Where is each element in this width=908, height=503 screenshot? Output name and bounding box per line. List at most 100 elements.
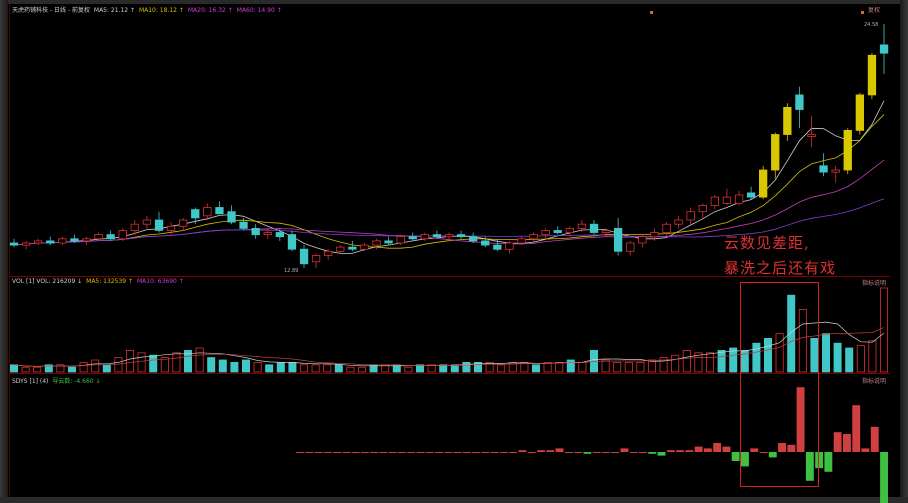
sdys-bar bbox=[370, 452, 379, 453]
sdys-bar bbox=[546, 450, 555, 452]
volume-bar bbox=[532, 364, 541, 373]
candle-body bbox=[46, 240, 55, 244]
sdys-bar bbox=[444, 452, 453, 453]
volume-bar bbox=[648, 359, 657, 373]
candle-body bbox=[493, 244, 502, 250]
candle-body bbox=[287, 234, 297, 250]
candle-body bbox=[541, 230, 550, 236]
volume-bar bbox=[253, 361, 262, 373]
volume-bar bbox=[68, 366, 77, 373]
volume-bar bbox=[323, 364, 332, 373]
price-high-label: 24.58 bbox=[864, 22, 879, 28]
volume-bar bbox=[624, 361, 633, 373]
sdys-bar bbox=[305, 452, 314, 453]
sdys-bar bbox=[657, 452, 666, 456]
candle-body bbox=[166, 225, 176, 231]
sdys-bar bbox=[537, 450, 545, 452]
volume-bar bbox=[439, 364, 448, 373]
volume-bar bbox=[729, 347, 738, 373]
volume-bar bbox=[33, 366, 42, 373]
candle-body bbox=[444, 234, 454, 238]
sdys-bar bbox=[333, 452, 341, 453]
candle-body bbox=[698, 204, 707, 213]
volume-bar bbox=[311, 364, 320, 373]
sdys-bar bbox=[435, 452, 443, 453]
candle-body bbox=[21, 242, 31, 246]
volume-bar bbox=[682, 349, 691, 373]
volume-bar bbox=[404, 366, 413, 373]
volume-bar bbox=[299, 364, 308, 373]
sdys-bar bbox=[676, 450, 684, 452]
volume-bar bbox=[207, 357, 216, 373]
volume-bar bbox=[671, 354, 680, 373]
sdys-bar bbox=[870, 426, 879, 452]
candle-body bbox=[348, 246, 357, 250]
candle-body bbox=[275, 232, 285, 238]
candle-body bbox=[154, 219, 164, 231]
volume-bar bbox=[195, 347, 204, 373]
candle-body bbox=[82, 238, 91, 242]
volume-bar bbox=[91, 359, 100, 373]
candle-body bbox=[58, 238, 67, 244]
sdys-bar bbox=[852, 405, 861, 452]
sdys-bar bbox=[639, 452, 647, 453]
highlight-box bbox=[740, 282, 819, 487]
sdys-bar bbox=[314, 452, 323, 453]
sdys-bar bbox=[555, 448, 564, 452]
annotation-line-1: 云数见差距, bbox=[724, 234, 810, 252]
candle-body bbox=[481, 240, 490, 246]
volume-bar bbox=[543, 361, 552, 373]
sdys-bar bbox=[685, 450, 694, 452]
volume-bar bbox=[172, 352, 181, 373]
volume-bar bbox=[822, 333, 831, 373]
volume-bar bbox=[230, 361, 239, 373]
volume-bar bbox=[9, 364, 18, 373]
candle-body bbox=[408, 236, 417, 240]
candle-body bbox=[783, 107, 792, 135]
volume-bar bbox=[601, 359, 610, 373]
sdys-bar bbox=[583, 452, 592, 454]
candle-body bbox=[843, 129, 852, 171]
sdys-bar bbox=[666, 450, 675, 452]
sdys-bar bbox=[416, 452, 425, 453]
volume-bar bbox=[114, 357, 123, 373]
candle-body bbox=[263, 232, 272, 235]
volume-bar bbox=[357, 366, 366, 373]
candle-body bbox=[710, 196, 719, 206]
sdys-bar bbox=[398, 452, 406, 453]
sdys-bar bbox=[527, 452, 536, 453]
volume-bar bbox=[880, 287, 889, 373]
candle-body bbox=[771, 134, 780, 171]
sdys-bar bbox=[379, 452, 388, 453]
candle-body bbox=[94, 234, 103, 240]
candle-body bbox=[529, 234, 538, 240]
sdys-bar bbox=[518, 450, 527, 452]
candle-body bbox=[468, 236, 478, 242]
sdys-bar bbox=[629, 452, 638, 453]
candle-body bbox=[396, 236, 405, 244]
volume-bar bbox=[636, 361, 645, 373]
candle-body bbox=[759, 169, 768, 198]
candle-body bbox=[215, 207, 224, 215]
candle-body bbox=[251, 227, 260, 236]
candle-body bbox=[227, 211, 236, 223]
volume-bar bbox=[21, 366, 30, 373]
candle-body bbox=[819, 165, 828, 173]
candle-body bbox=[505, 242, 514, 250]
candle-body bbox=[626, 242, 635, 252]
volume-bar bbox=[218, 359, 227, 373]
sdys-bar bbox=[722, 446, 731, 452]
candle-body bbox=[517, 238, 526, 244]
sdys-bar bbox=[731, 452, 740, 461]
candle-body bbox=[372, 240, 381, 246]
sdys-bar bbox=[620, 448, 629, 452]
ma5-line bbox=[13, 100, 885, 254]
sdys-bar bbox=[713, 443, 722, 452]
volume-bar bbox=[346, 366, 355, 373]
candle-body bbox=[662, 223, 671, 233]
candle-body bbox=[323, 250, 333, 256]
sdys-bar bbox=[472, 452, 481, 453]
candle-body bbox=[34, 240, 43, 244]
volume-bar bbox=[833, 342, 842, 373]
volume-bar bbox=[334, 364, 343, 373]
